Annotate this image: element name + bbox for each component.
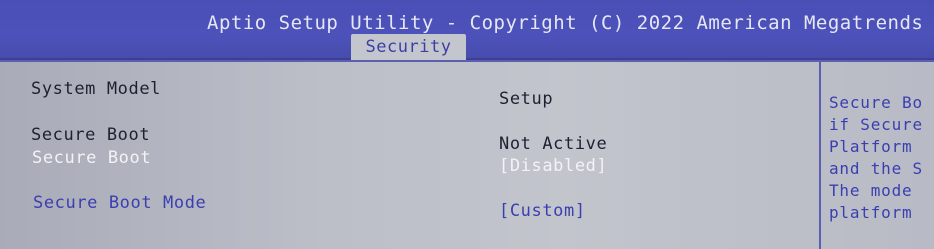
bios-header-bar: Aptio Setup Utility - Copyright (C) 2022… <box>0 0 934 60</box>
tab-security[interactable]: Security <box>351 34 466 60</box>
settings-pane: System Model Setup Secure Boot Not Activ… <box>0 60 821 249</box>
bios-screen: Aptio Setup Utility - Copyright (C) 2022… <box>0 0 934 249</box>
bios-title: Aptio Setup Utility - Copyright (C) 2022… <box>207 12 924 34</box>
help-pane: Secure Bo if Secure Platform and the S T… <box>821 60 934 249</box>
help-line: Platform <box>829 137 913 156</box>
secure-boot-status-label: Secure Boot <box>31 125 151 145</box>
secure-boot-mode-label[interactable]: Secure Boot Mode <box>33 193 206 213</box>
secure-boot-setting-label[interactable]: Secure Boot <box>32 148 151 168</box>
secure-boot-status-value: Not Active <box>499 134 608 154</box>
secure-boot-setting-value[interactable]: [Disabled] <box>499 156 607 176</box>
help-line: and the S <box>829 159 923 178</box>
system-model-value: Setup <box>499 89 554 109</box>
secure-boot-mode-value[interactable]: [Custom] <box>499 201 586 221</box>
help-line: if Secure <box>829 115 923 134</box>
help-line: platform <box>829 203 913 222</box>
system-model-label: System Model <box>31 79 162 99</box>
help-line: Secure Bo <box>829 93 923 112</box>
help-line: The mode <box>829 181 913 200</box>
